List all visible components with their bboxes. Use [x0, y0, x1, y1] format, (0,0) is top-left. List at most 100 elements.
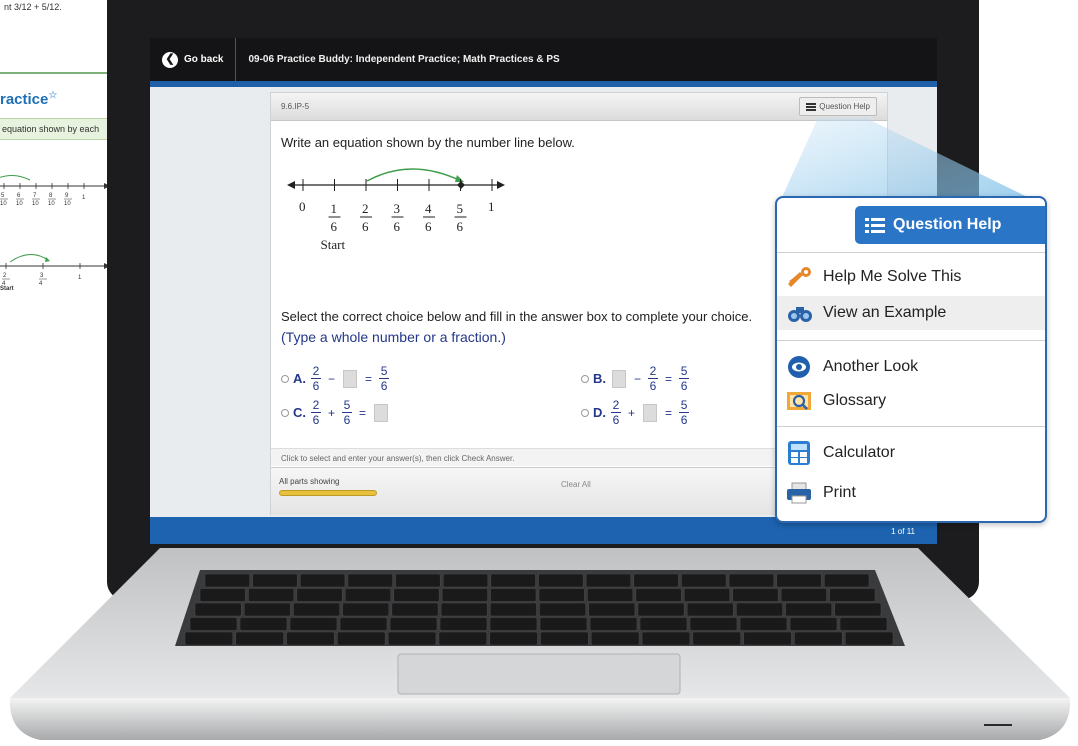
keyboard-key — [293, 602, 340, 617]
keyboard-key — [589, 617, 638, 631]
equals-sign: = — [665, 371, 673, 386]
start-label: Start — [321, 237, 346, 252]
book-fraction-denominator: 10 — [48, 201, 55, 207]
choice-d-answer-box[interactable] — [643, 403, 658, 422]
trackpad[interactable] — [397, 653, 681, 695]
another-look-item[interactable]: Another Look — [777, 350, 1045, 384]
keyboard-key — [728, 573, 774, 588]
keyboard-key — [776, 573, 822, 588]
fraction-2-6: 26 — [648, 364, 659, 393]
keyboard-key — [588, 602, 636, 617]
choice-a[interactable]: A. 26 − = 56 — [281, 365, 390, 392]
laptop-front-rim — [9, 698, 1071, 740]
keyboard-key — [184, 631, 234, 646]
choice-c[interactable]: C. 26 + 56 = — [281, 399, 390, 426]
fraction-denominator: 6 — [425, 219, 432, 234]
number-line: 0 1 6 2 6 3 6 4 6 5 6 1 Start — [287, 168, 505, 252]
keyboard-key — [347, 573, 393, 588]
choice-c-radio[interactable] — [281, 408, 289, 417]
keyboard-key — [635, 588, 682, 602]
keyboard-key — [489, 617, 538, 631]
back-arrow-icon: ❮ — [162, 51, 178, 68]
glossary-item[interactable]: Glossary — [777, 384, 1045, 418]
choice-c-answer-box[interactable] — [374, 403, 389, 422]
keyboard-key — [395, 573, 441, 588]
keyboard-key — [490, 573, 536, 588]
keyboard-key — [387, 631, 437, 646]
question-help-button-label: Question Help — [819, 102, 870, 111]
keyboard-key — [736, 602, 783, 617]
question-prompt: Write an equation shown by the number li… — [281, 135, 575, 150]
keyboard-key — [834, 602, 882, 617]
keyboard-key — [389, 617, 438, 631]
keyboard-key — [337, 631, 386, 646]
book-fraction-numerator: 9 — [65, 193, 69, 199]
keyboard-key — [438, 631, 487, 646]
keyboard-key — [296, 588, 343, 602]
choice-a-answer-box[interactable] — [343, 369, 358, 388]
minus-sign: − — [634, 371, 642, 386]
keyboard-key — [440, 602, 488, 617]
keyboard-key — [540, 631, 589, 646]
keyboard-key — [490, 588, 537, 602]
book-jump-arc-1 — [0, 175, 31, 181]
keyboard-key — [585, 573, 632, 588]
keyboard-key — [204, 573, 250, 588]
keyboard-key — [633, 573, 679, 588]
fraction-5-6: 56 — [679, 398, 690, 427]
fraction-denominator: 6 — [457, 219, 464, 234]
keyboard-key — [243, 602, 291, 617]
keyboard-key — [789, 617, 838, 631]
print-item[interactable]: Print — [777, 476, 1045, 510]
calculator-item[interactable]: Calculator — [777, 436, 1045, 470]
fraction-2-6: 26 — [311, 364, 321, 393]
book-fraction-denominator: 10 — [16, 201, 23, 207]
choice-b-radio[interactable] — [581, 374, 589, 383]
book-fraction-denominator: 10 — [32, 201, 39, 207]
fraction-2-6: 26 — [311, 398, 321, 427]
equals-sign: = — [665, 405, 673, 420]
label-zero: 0 — [299, 199, 306, 214]
choice-b[interactable]: B. − 26 = 56 — [581, 365, 690, 392]
book-fraction-denominator: 10 — [64, 201, 71, 207]
choice-a-radio[interactable] — [281, 374, 289, 383]
keyboard-key — [489, 631, 538, 646]
keyboard-key — [844, 631, 894, 646]
question-help-button[interactable]: Question Help — [799, 97, 877, 116]
book-fraction-numerator: 6 — [17, 193, 21, 199]
jump-arrowhead — [455, 175, 464, 182]
choice-d[interactable]: D. 26 + = 56 — [581, 399, 690, 426]
keyboard-key — [538, 588, 585, 602]
clear-all-button[interactable]: Clear All — [561, 480, 591, 489]
choice-b-answer-box[interactable] — [612, 369, 626, 388]
keyboard-key — [345, 588, 391, 602]
axis-left-arrow — [287, 181, 295, 189]
choice-b-letter: B. — [593, 371, 606, 386]
keyboard-key — [824, 573, 870, 588]
fraction-2-6: 26 — [611, 398, 621, 427]
choice-d-radio[interactable] — [581, 408, 589, 417]
keyboard-key — [780, 588, 827, 602]
app-header: ❮ Go back 09-06 Practice Buddy: Independ… — [150, 38, 937, 81]
plus-sign: + — [628, 405, 636, 420]
keyboard-key — [785, 602, 833, 617]
keyboard-key — [743, 631, 792, 646]
fraction-5-6: 56 — [679, 364, 690, 393]
keyboard-key — [248, 588, 295, 602]
fraction-denominator: 6 — [362, 219, 369, 234]
help-me-solve-this-item[interactable]: Help Me Solve This — [777, 260, 1045, 294]
star-icon: ☆ — [48, 90, 58, 101]
popup-divider — [777, 252, 1045, 253]
another-look-label: Another Look — [823, 358, 919, 375]
list-icon — [865, 217, 885, 233]
fraction-numerator: 3 — [394, 201, 401, 216]
go-back-label: Go back — [184, 54, 224, 65]
calculator-label: Calculator — [823, 444, 896, 461]
keyboard-key — [194, 602, 242, 617]
keyboard-key — [235, 631, 284, 646]
binoculars-icon — [788, 307, 812, 322]
go-back-button[interactable]: ❮ Go back — [150, 38, 237, 81]
view-an-example-item[interactable]: View an Example — [777, 296, 1045, 330]
keyboard-key — [239, 617, 288, 631]
keyboard-key — [199, 588, 246, 602]
